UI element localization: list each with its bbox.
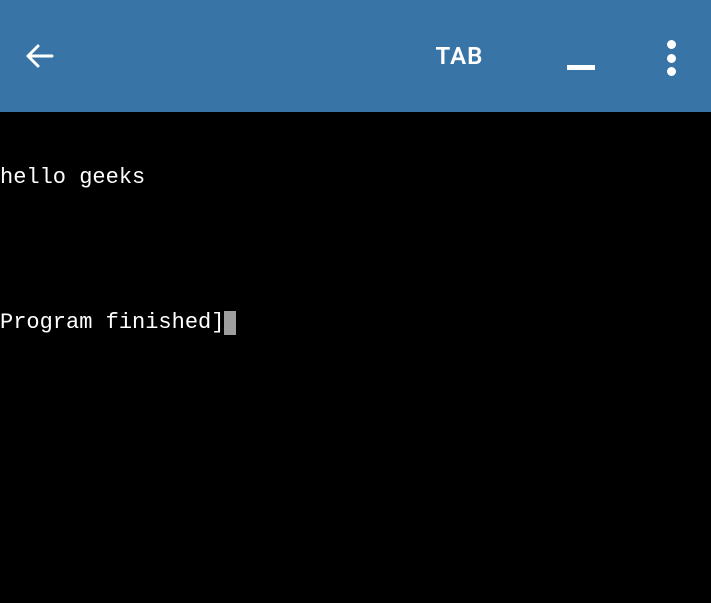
- terminal-output: hello geeks Program finished]: [0, 112, 711, 360]
- output-line: hello geeks: [0, 166, 711, 190]
- minimize-button[interactable]: [567, 65, 595, 70]
- dots-vertical-icon: [667, 40, 676, 49]
- output-text: Program finished]: [0, 311, 224, 335]
- terminal-cursor: [224, 311, 236, 335]
- arrow-left-icon: [22, 38, 58, 74]
- menu-button[interactable]: [661, 38, 681, 78]
- blank-line: [0, 239, 711, 263]
- back-button[interactable]: [20, 36, 60, 76]
- app-header: TAB: [0, 0, 711, 112]
- tab-label[interactable]: TAB: [436, 42, 484, 70]
- output-line: Program finished]: [0, 311, 711, 335]
